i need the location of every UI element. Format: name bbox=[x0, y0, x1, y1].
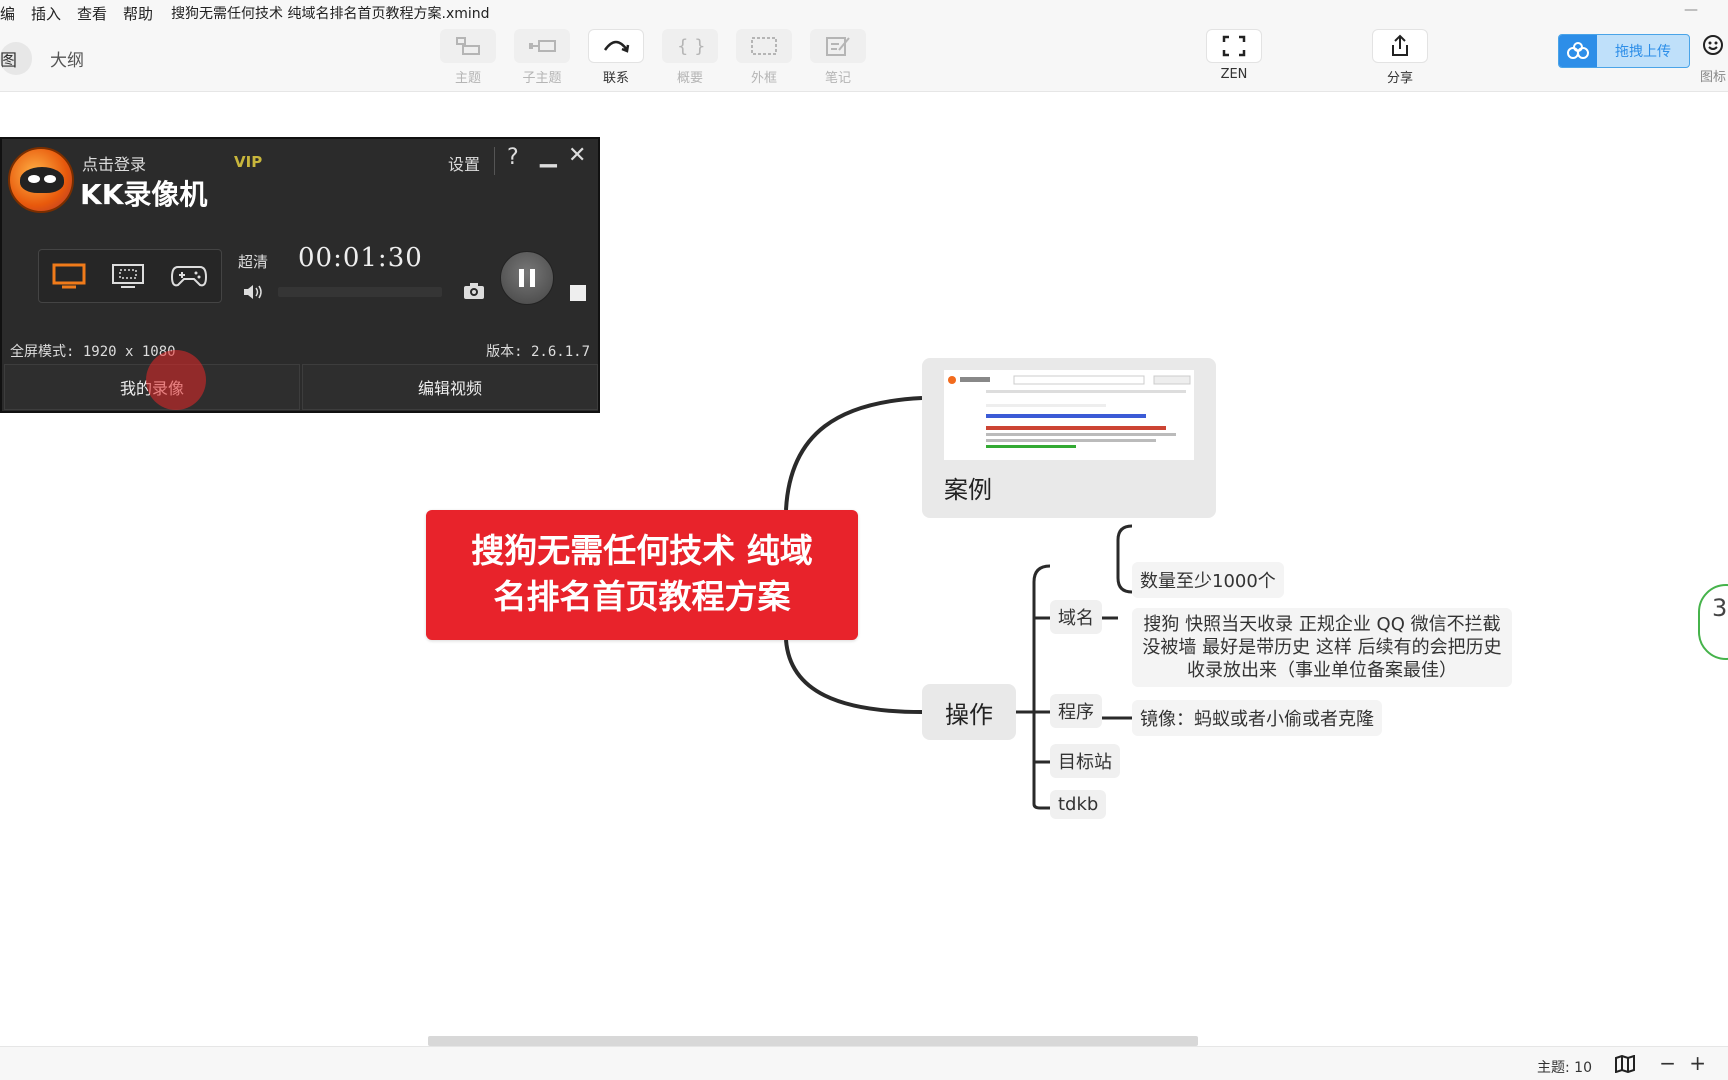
topic-button[interactable]: 主题 bbox=[440, 29, 496, 86]
screenshot-camera-icon[interactable] bbox=[462, 281, 486, 301]
recorder-close-button[interactable]: ✕ bbox=[568, 143, 586, 168]
status-bar: 主题: 10 − + bbox=[0, 1046, 1728, 1080]
case-screenshot-image bbox=[944, 370, 1194, 460]
subtopic-button[interactable]: 子主题 bbox=[514, 29, 570, 86]
my-recordings-button[interactable]: 我的录像 bbox=[4, 364, 300, 410]
upload-label: 拖拽上传 bbox=[1615, 44, 1671, 60]
subtopic-domain[interactable]: 域名 bbox=[1050, 600, 1102, 634]
relationship-icon bbox=[603, 40, 630, 53]
title-separator bbox=[494, 147, 495, 175]
help-button[interactable]: ? bbox=[507, 145, 519, 170]
view-tabs: 图 大纲 bbox=[0, 42, 84, 75]
file-title: 搜狗无需任何技术 纯域名排名首页教程方案.xmind bbox=[171, 6, 490, 22]
emoji-button[interactable]: 图标 bbox=[1698, 34, 1728, 85]
version-info: 版本: 2.6.1.7 bbox=[486, 344, 590, 360]
zen-label: ZEN bbox=[1220, 67, 1248, 82]
record-timer: 00:01:30 bbox=[298, 243, 423, 273]
leaf-domain-detail[interactable]: 搜狗 快照当天收录 正规企业 QQ 微信不拦截 没被墙 最好是带历史 这样 后续… bbox=[1132, 608, 1512, 687]
subtopic-icon bbox=[529, 40, 556, 52]
summary-icon: { } bbox=[677, 36, 705, 57]
tab-mindmap[interactable]: 图 bbox=[0, 42, 32, 75]
menu-edit[interactable]: 编 bbox=[0, 3, 23, 24]
login-link[interactable]: 点击登录 bbox=[82, 151, 146, 175]
horizontal-scrollbar[interactable] bbox=[428, 1036, 1198, 1046]
edit-video-button[interactable]: 编辑视频 bbox=[302, 364, 598, 410]
share-label: 分享 bbox=[1386, 71, 1413, 86]
topic-count: 主题: 10 bbox=[1537, 1060, 1592, 1076]
relationship-label: 联系 bbox=[602, 71, 629, 86]
leaf-program-mirror[interactable]: 镜像：蚂蚁或者小偷或者克隆 bbox=[1132, 700, 1382, 736]
fullscreen-mode-icon[interactable] bbox=[52, 263, 86, 289]
svg-text:{ }: { } bbox=[677, 36, 705, 57]
smiley-icon bbox=[1703, 35, 1723, 55]
root-topic[interactable]: 搜狗无需任何技术 纯域名排名首页教程方案 bbox=[426, 510, 858, 640]
upload-button[interactable]: 拖拽上传 bbox=[1558, 34, 1690, 68]
leaf-domain-count[interactable]: 数量至少1000个 bbox=[1132, 562, 1284, 598]
subtopic-target-site[interactable]: 目标站 bbox=[1050, 744, 1120, 778]
menu-insert[interactable]: 插入 bbox=[23, 3, 69, 24]
map-view-icon[interactable] bbox=[1614, 1055, 1636, 1073]
topic-label: 主题 bbox=[454, 71, 481, 86]
menu-help[interactable]: 帮助 bbox=[115, 3, 161, 24]
zoom-out-button[interactable]: − bbox=[1659, 1051, 1676, 1075]
emoji-label: 图标 bbox=[1699, 70, 1726, 85]
menu-view[interactable]: 查看 bbox=[69, 3, 115, 24]
region-mode-icon[interactable] bbox=[111, 263, 145, 289]
note-button[interactable]: 笔记 bbox=[810, 29, 866, 86]
vip-badge[interactable]: VIP bbox=[234, 153, 262, 171]
note-label: 笔记 bbox=[824, 71, 851, 86]
summary-button[interactable]: { } 概要 bbox=[662, 29, 718, 86]
kk-logo-icon bbox=[8, 147, 74, 213]
zen-button[interactable]: ZEN bbox=[1206, 29, 1262, 82]
settings-button[interactable]: 设置 bbox=[448, 151, 480, 175]
recorder-minimize-button[interactable]: ▁ bbox=[540, 143, 557, 168]
boundary-button[interactable]: 外框 bbox=[736, 29, 792, 86]
fullscreen-icon bbox=[1222, 35, 1246, 57]
topic-icon bbox=[456, 37, 480, 55]
case-label: 案例 bbox=[944, 476, 992, 504]
volume-icon[interactable] bbox=[242, 283, 264, 301]
subtopic-program[interactable]: 程序 bbox=[1050, 694, 1102, 728]
cloud-icon bbox=[1567, 42, 1589, 59]
topic-operation[interactable]: 操作 bbox=[922, 684, 1016, 740]
game-mode-icon[interactable] bbox=[170, 263, 208, 289]
pause-button[interactable] bbox=[500, 251, 554, 305]
capture-mode-info: 全屏模式: 1920 x 1080 bbox=[10, 344, 176, 360]
recorder-title: KK录像机 bbox=[80, 178, 208, 211]
audio-level-bar bbox=[278, 287, 442, 297]
boundary-label: 外框 bbox=[750, 71, 777, 86]
quality-selector[interactable]: 超清 bbox=[238, 251, 268, 272]
subtopic-label: 子主题 bbox=[522, 71, 562, 86]
subtopic-tdkb[interactable]: tdkb bbox=[1050, 790, 1107, 819]
note-icon bbox=[826, 37, 850, 56]
share-button[interactable]: 分享 bbox=[1372, 29, 1428, 86]
relationship-button[interactable]: 联系 bbox=[588, 29, 644, 86]
share-icon bbox=[1392, 34, 1408, 56]
boundary-icon bbox=[751, 37, 777, 55]
kk-recorder-window: 点击登录 VIP KK录像机 设置 ? ▁ ✕ 超清 00:01:30 全屏模式… bbox=[0, 137, 600, 413]
topic-case[interactable]: 案例 bbox=[922, 358, 1216, 518]
summary-label: 概要 bbox=[676, 71, 703, 86]
stop-button[interactable] bbox=[570, 285, 586, 301]
side-floating-badge[interactable]: 3 bbox=[1698, 584, 1728, 660]
side-badge-number: 3 bbox=[1712, 594, 1728, 622]
record-mode-selector bbox=[38, 249, 222, 303]
menubar: 编 插入 查看 帮助 搜狗无需任何技术 纯域名排名首页教程方案.xmind — bbox=[0, 0, 1728, 26]
window-minimize-button[interactable]: — bbox=[1684, 2, 1698, 18]
toolbar: 图 大纲 主题 子主题 联系 { } 概要 外框 笔记 ZEN 分享 拖拽上传 … bbox=[0, 26, 1728, 92]
tab-outline[interactable]: 大纲 bbox=[50, 42, 84, 75]
zoom-in-button[interactable]: + bbox=[1689, 1051, 1706, 1075]
